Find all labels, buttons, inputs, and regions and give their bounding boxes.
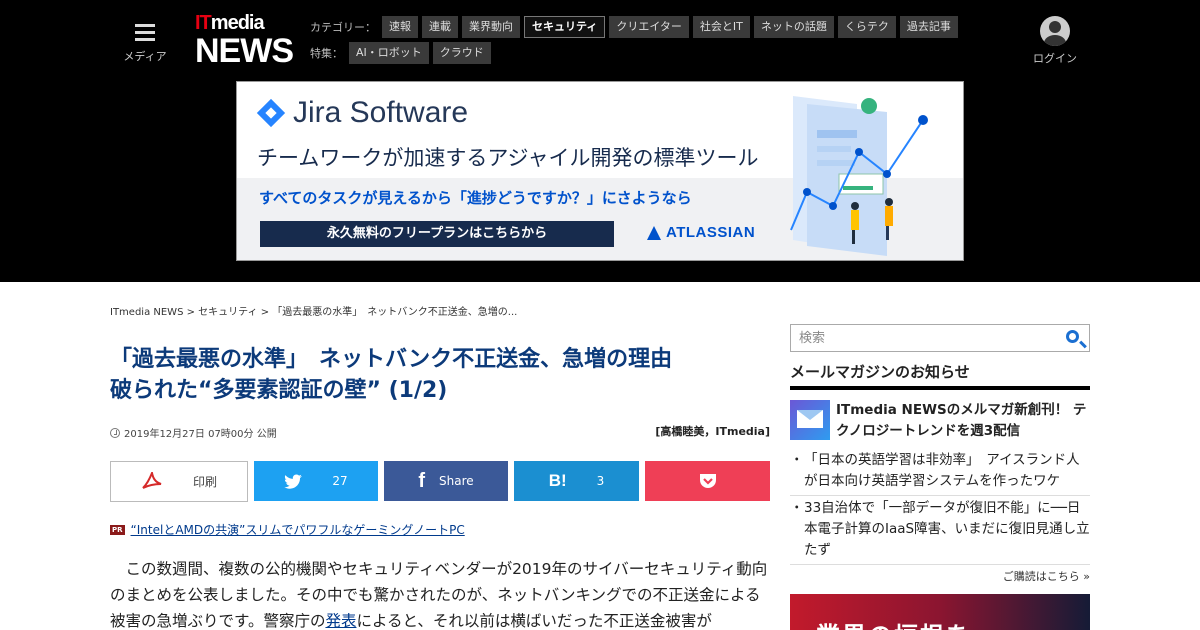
mailmag-list-item[interactable]: 「日本の英語学習は非効率」 アイスランド人が日本向け英語学習システムを作ったワケ xyxy=(790,448,1090,496)
article-body: この数週間、複数の公的機関やセキュリティベンダーが2019年のサイバーセキュリテ… xyxy=(110,556,772,630)
jira-brand-name: Jira Software xyxy=(293,96,469,129)
print-button[interactable]: 印刷 xyxy=(110,461,248,502)
mailmag-feature[interactable]: ITmedia NEWSのメルマガ新創刊！ テクノロジートレンドを週3配信 xyxy=(790,400,1090,442)
publish-date-text: 2019年12月27日 07時00分 公開 xyxy=(124,429,277,440)
nav-chip-creator[interactable]: クリエイター xyxy=(609,16,689,38)
login-button[interactable]: ログイン xyxy=(1030,16,1080,66)
site-search xyxy=(790,324,1090,352)
hatena-bookmark-button[interactable]: B! 3 xyxy=(514,461,639,501)
search-icon[interactable] xyxy=(1066,330,1079,343)
twitter-share-button[interactable]: 27 xyxy=(254,461,378,501)
article-body-part2: によると、それ以前は横ばいだった不正送金被害が xyxy=(356,612,712,630)
mail-envelope-icon xyxy=(790,400,830,440)
atlassian-wordmark: ATLASSIAN xyxy=(666,224,756,241)
mailmag-list-item[interactable]: 33自治体で「一部データが復旧不能」に──日本電子計算のIaaS障害、いまだに復… xyxy=(790,496,1090,565)
ad-headline: チームワークが加速するアジャイル開発の標準ツール xyxy=(257,146,759,170)
nav-chip-sokuho[interactable]: 速報 xyxy=(382,16,418,38)
jira-brand: Jira Software xyxy=(256,96,469,130)
twitter-share-count: 27 xyxy=(332,474,348,488)
subscribe-link[interactable]: ご購読はこちら » xyxy=(1003,568,1090,584)
article-title-line1: 「過去最悪の水準」 ネットバンク不正送金、急増の理由 xyxy=(110,347,673,372)
hatena-bookmark-count: 3 xyxy=(596,474,605,488)
ad-cta-button[interactable]: 永久無料のフリープランはこちらから xyxy=(260,221,614,247)
hatena-b-icon: B! xyxy=(548,471,567,490)
nav-chip-cloud[interactable]: クラウド xyxy=(432,42,491,64)
sidebar-ad-banner[interactable]: 業界の垣根を xyxy=(790,594,1090,630)
nav-chip-rensai[interactable]: 連載 xyxy=(422,16,458,38)
article-title: 「過去最悪の水準」 ネットバンク不正送金、急増の理由 破られた“多要素認証の壁”… xyxy=(110,344,780,406)
facebook-share-label: Share xyxy=(439,474,474,488)
jira-logo-icon xyxy=(256,98,286,128)
ad-illustration xyxy=(790,96,928,256)
mailmag-feature-text: ITmedia NEWSのメルマガ新創刊！ テクノロジートレンドを週3配信 xyxy=(836,402,1087,439)
twitter-bird-icon xyxy=(284,474,303,489)
jira-ad-banner[interactable]: Jira Software チームワークが加速するアジャイル開発の標準ツール す… xyxy=(236,81,964,261)
pocket-save-button[interactable] xyxy=(645,461,770,501)
pocket-icon xyxy=(699,474,716,488)
site-header: メディア ITmedia NEWS カテゴリー： 速報 連載 業界動向 セキュリ… xyxy=(0,0,1200,282)
feature-nav: 特集： AI・ロボット クラウド xyxy=(310,42,495,64)
nav-chip-net-topics[interactable]: ネットの話題 xyxy=(753,16,834,38)
share-bar: 印刷 27 f Share B! 3 xyxy=(110,461,776,502)
print-label: 印刷 xyxy=(192,475,217,489)
logo-itmedia: ITmedia xyxy=(195,12,265,34)
pr-link[interactable]: “IntelとAMDの共演”スリムでパワフルなゲーミングノートPC xyxy=(131,521,465,538)
nav-chip-industry[interactable]: 業界動向 xyxy=(462,16,520,38)
nav-chip-kuratech[interactable]: くらテク xyxy=(837,16,896,38)
atlassian-triangle-icon xyxy=(647,225,661,240)
nav-chip-ai-robot[interactable]: AI・ロボット xyxy=(349,42,429,64)
nav-chip-archive[interactable]: 過去記事 xyxy=(899,16,958,38)
clock-icon xyxy=(110,427,120,438)
media-menu-label: メディア xyxy=(123,50,167,63)
feature-nav-label: 特集： xyxy=(310,47,343,60)
category-nav-label: カテゴリー： xyxy=(310,21,376,34)
pr-badge: PR xyxy=(110,524,125,535)
facebook-share-button[interactable]: f Share xyxy=(384,461,508,501)
facebook-f-icon: f xyxy=(418,469,426,492)
mailmag-heading: メールマガジンのお知らせ xyxy=(790,361,1090,390)
site-logo[interactable]: ITmedia NEWS xyxy=(195,12,295,72)
media-menu-button[interactable]: メディア xyxy=(120,20,170,64)
atlassian-logo: ATLASSIAN xyxy=(647,224,755,241)
hamburger-icon xyxy=(135,24,155,42)
breadcrumb[interactable]: ITmedia NEWS > セキュリティ > 「過去最悪の水準」 ネットバンク… xyxy=(110,303,517,318)
npa-announcement-link[interactable]: 発表 xyxy=(325,612,356,630)
sidebar-ad-text: 業界の垣根を xyxy=(816,616,972,630)
pr-promo: PR “IntelとAMDの共演”スリムでパワフルなゲーミングノートPC xyxy=(110,521,465,538)
user-avatar-icon xyxy=(1040,16,1070,46)
publish-date: 2019年12月27日 07時00分 公開 xyxy=(110,425,277,440)
pdf-print-icon xyxy=(142,471,162,489)
nav-chip-security[interactable]: セキュリティ xyxy=(524,16,606,38)
ad-subline: すべてのタスクが見えるから「進捗どうですか？」にさようなら xyxy=(259,189,692,207)
article-title-line2: 破られた“多要素認証の壁” (1/2) xyxy=(110,378,448,403)
nav-chip-society[interactable]: 社会とIT xyxy=(692,16,750,38)
mailmag-list: 「日本の英語学習は非効率」 アイスランド人が日本向け英語学習システムを作ったワケ… xyxy=(790,448,1090,565)
logo-news: NEWS xyxy=(195,32,294,70)
login-label: ログイン xyxy=(1033,52,1077,65)
category-nav: カテゴリー： 速報 連載 業界動向 セキュリティ クリエイター 社会とIT ネッ… xyxy=(310,16,962,38)
search-input[interactable] xyxy=(791,325,1051,351)
author-byline: [高橋睦美，ITmedia] xyxy=(655,425,770,438)
